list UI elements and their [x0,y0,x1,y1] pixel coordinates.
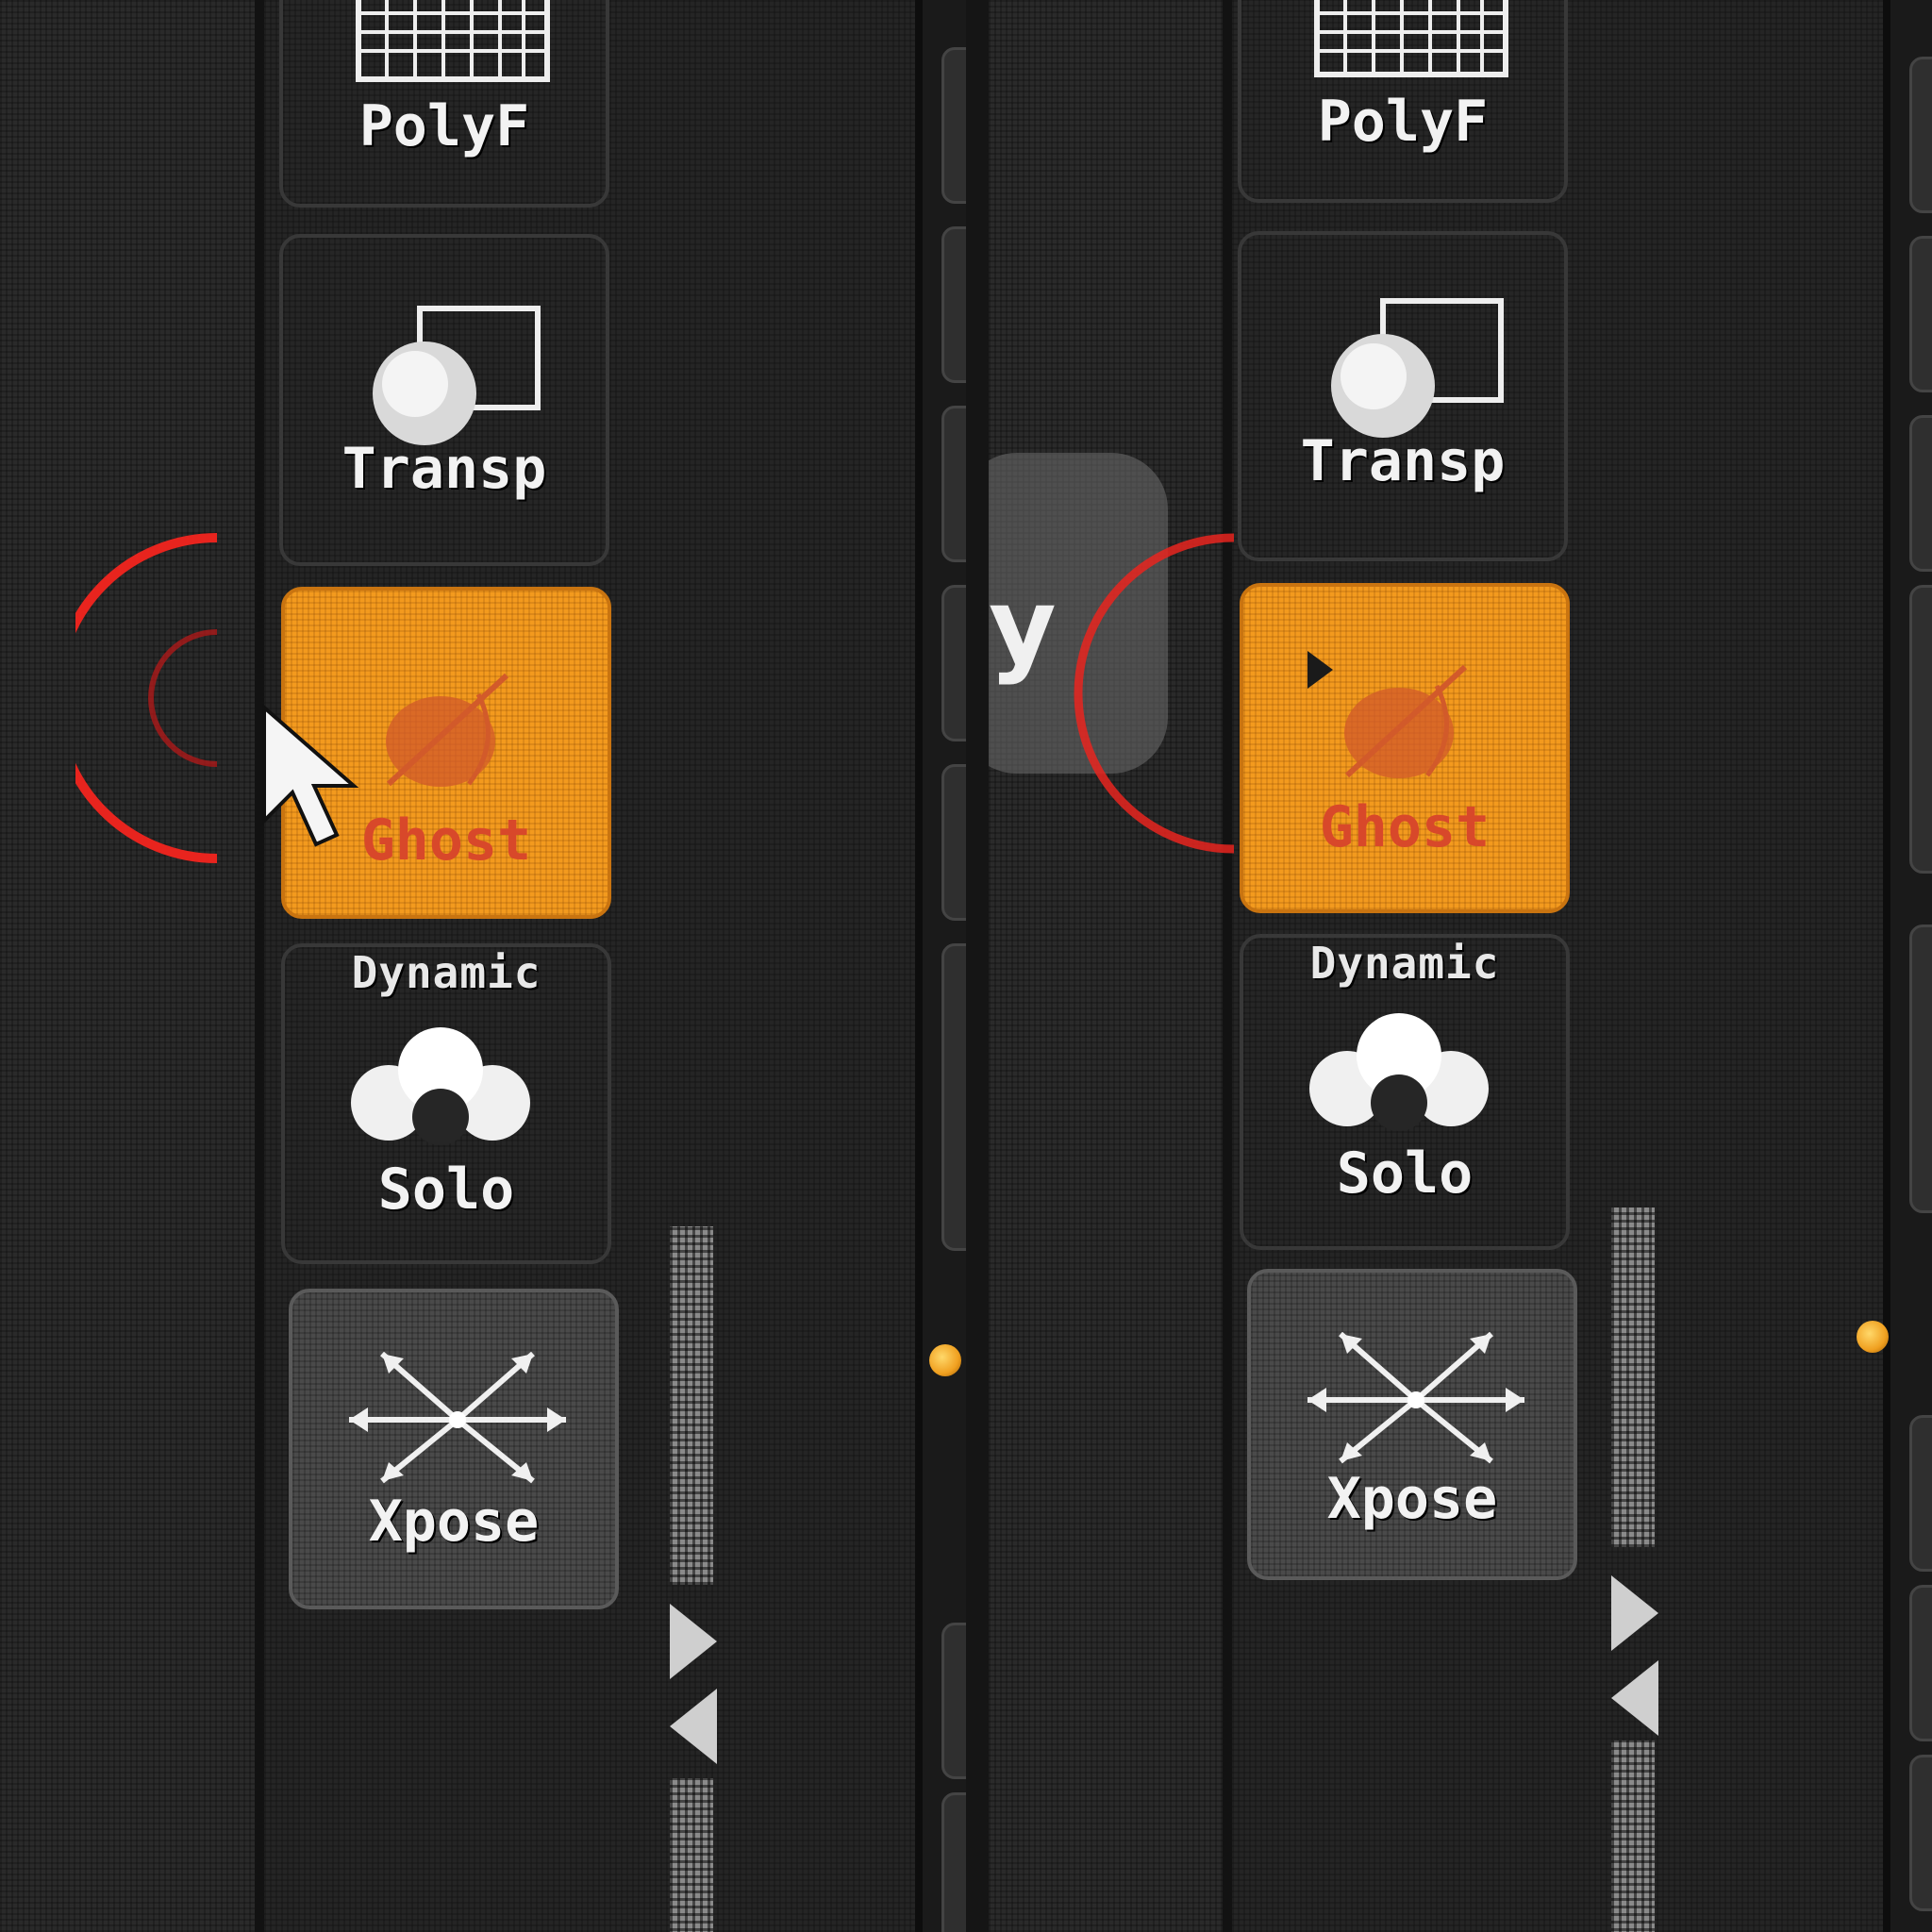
edge-column [915,0,966,1932]
polyf-button[interactable]: PolyF [1238,0,1568,203]
edge-button[interactable] [941,47,966,204]
edge-button[interactable] [941,226,966,383]
polyf-label: PolyF [358,93,530,159]
solo-button[interactable]: Dynamic Solo [1240,934,1570,1250]
solo-label: Solo [377,1157,515,1223]
comparison-screenshot: PolyF Transp Ghost Dynamic Solo Xpose y … [0,0,1932,1932]
edge-button[interactable] [941,764,966,921]
mouse-pointer-icon [262,703,359,847]
viewport-area[interactable] [989,0,1223,1932]
xpose-button[interactable]: Xpose [1247,1269,1577,1580]
ghost-label: Ghost [1319,794,1491,860]
solo-label: Solo [1336,1141,1474,1207]
ghost-icon [1307,651,1468,778]
scroll-arrows-icon[interactable] [660,1604,726,1764]
edge-button[interactable] [941,1623,966,1779]
shelf-scrollbar-lower[interactable] [670,1778,713,1932]
xpose-button[interactable]: Xpose [289,1289,619,1609]
transp-label: Transp [1300,428,1506,494]
transparency-icon [1331,298,1504,438]
click-ring-icon [1074,533,1234,854]
shelf-scrollbar[interactable] [1611,1208,1655,1547]
polyf-label: PolyF [1317,89,1489,155]
panel-after: y PolyF Transp Ghost Dynamic Solo Xpose [989,0,1932,1932]
edge-button[interactable] [1909,236,1932,392]
click-ring-icon [75,533,218,863]
scroll-arrows-icon[interactable] [1602,1575,1668,1736]
transparency-icon [373,306,541,445]
transp-label: Transp [341,436,547,502]
edge-button[interactable] [1909,57,1932,213]
edge-button[interactable] [941,585,966,741]
edge-button[interactable] [1909,1585,1932,1741]
transp-button[interactable]: Transp [1238,231,1568,561]
edge-button[interactable] [941,1792,966,1932]
panel-before: PolyF Transp Ghost Dynamic Solo Xpose [0,0,966,1932]
viewport-area[interactable] [0,0,255,1932]
edge-button[interactable] [1909,1415,1932,1572]
xpose-arrows-icon [1307,1331,1524,1464]
polyf-button[interactable]: PolyF [279,0,609,208]
edge-button[interactable] [941,943,966,1251]
shelf-scrollbar[interactable] [670,1226,713,1585]
edge-button[interactable] [1909,924,1932,1213]
edge-button[interactable] [1909,415,1932,572]
image-divider [966,0,989,1932]
edge-column [1883,0,1932,1932]
ghost-button[interactable]: Ghost [1240,583,1570,913]
xpose-label: Xpose [368,1489,540,1555]
edge-button[interactable] [1909,585,1932,874]
xpose-label: Xpose [1326,1466,1498,1532]
small-cursor-icon [1307,651,1333,689]
indicator-dot [929,1344,961,1376]
indicator-dot [1857,1321,1889,1353]
transp-button[interactable]: Transp [279,234,609,566]
edge-button[interactable] [941,406,966,562]
edge-button[interactable] [1909,1755,1932,1911]
shelf-scrollbar-lower[interactable] [1611,1740,1655,1932]
xpose-arrows-icon [349,1351,566,1484]
solo-button[interactable]: Dynamic Solo [281,943,611,1264]
